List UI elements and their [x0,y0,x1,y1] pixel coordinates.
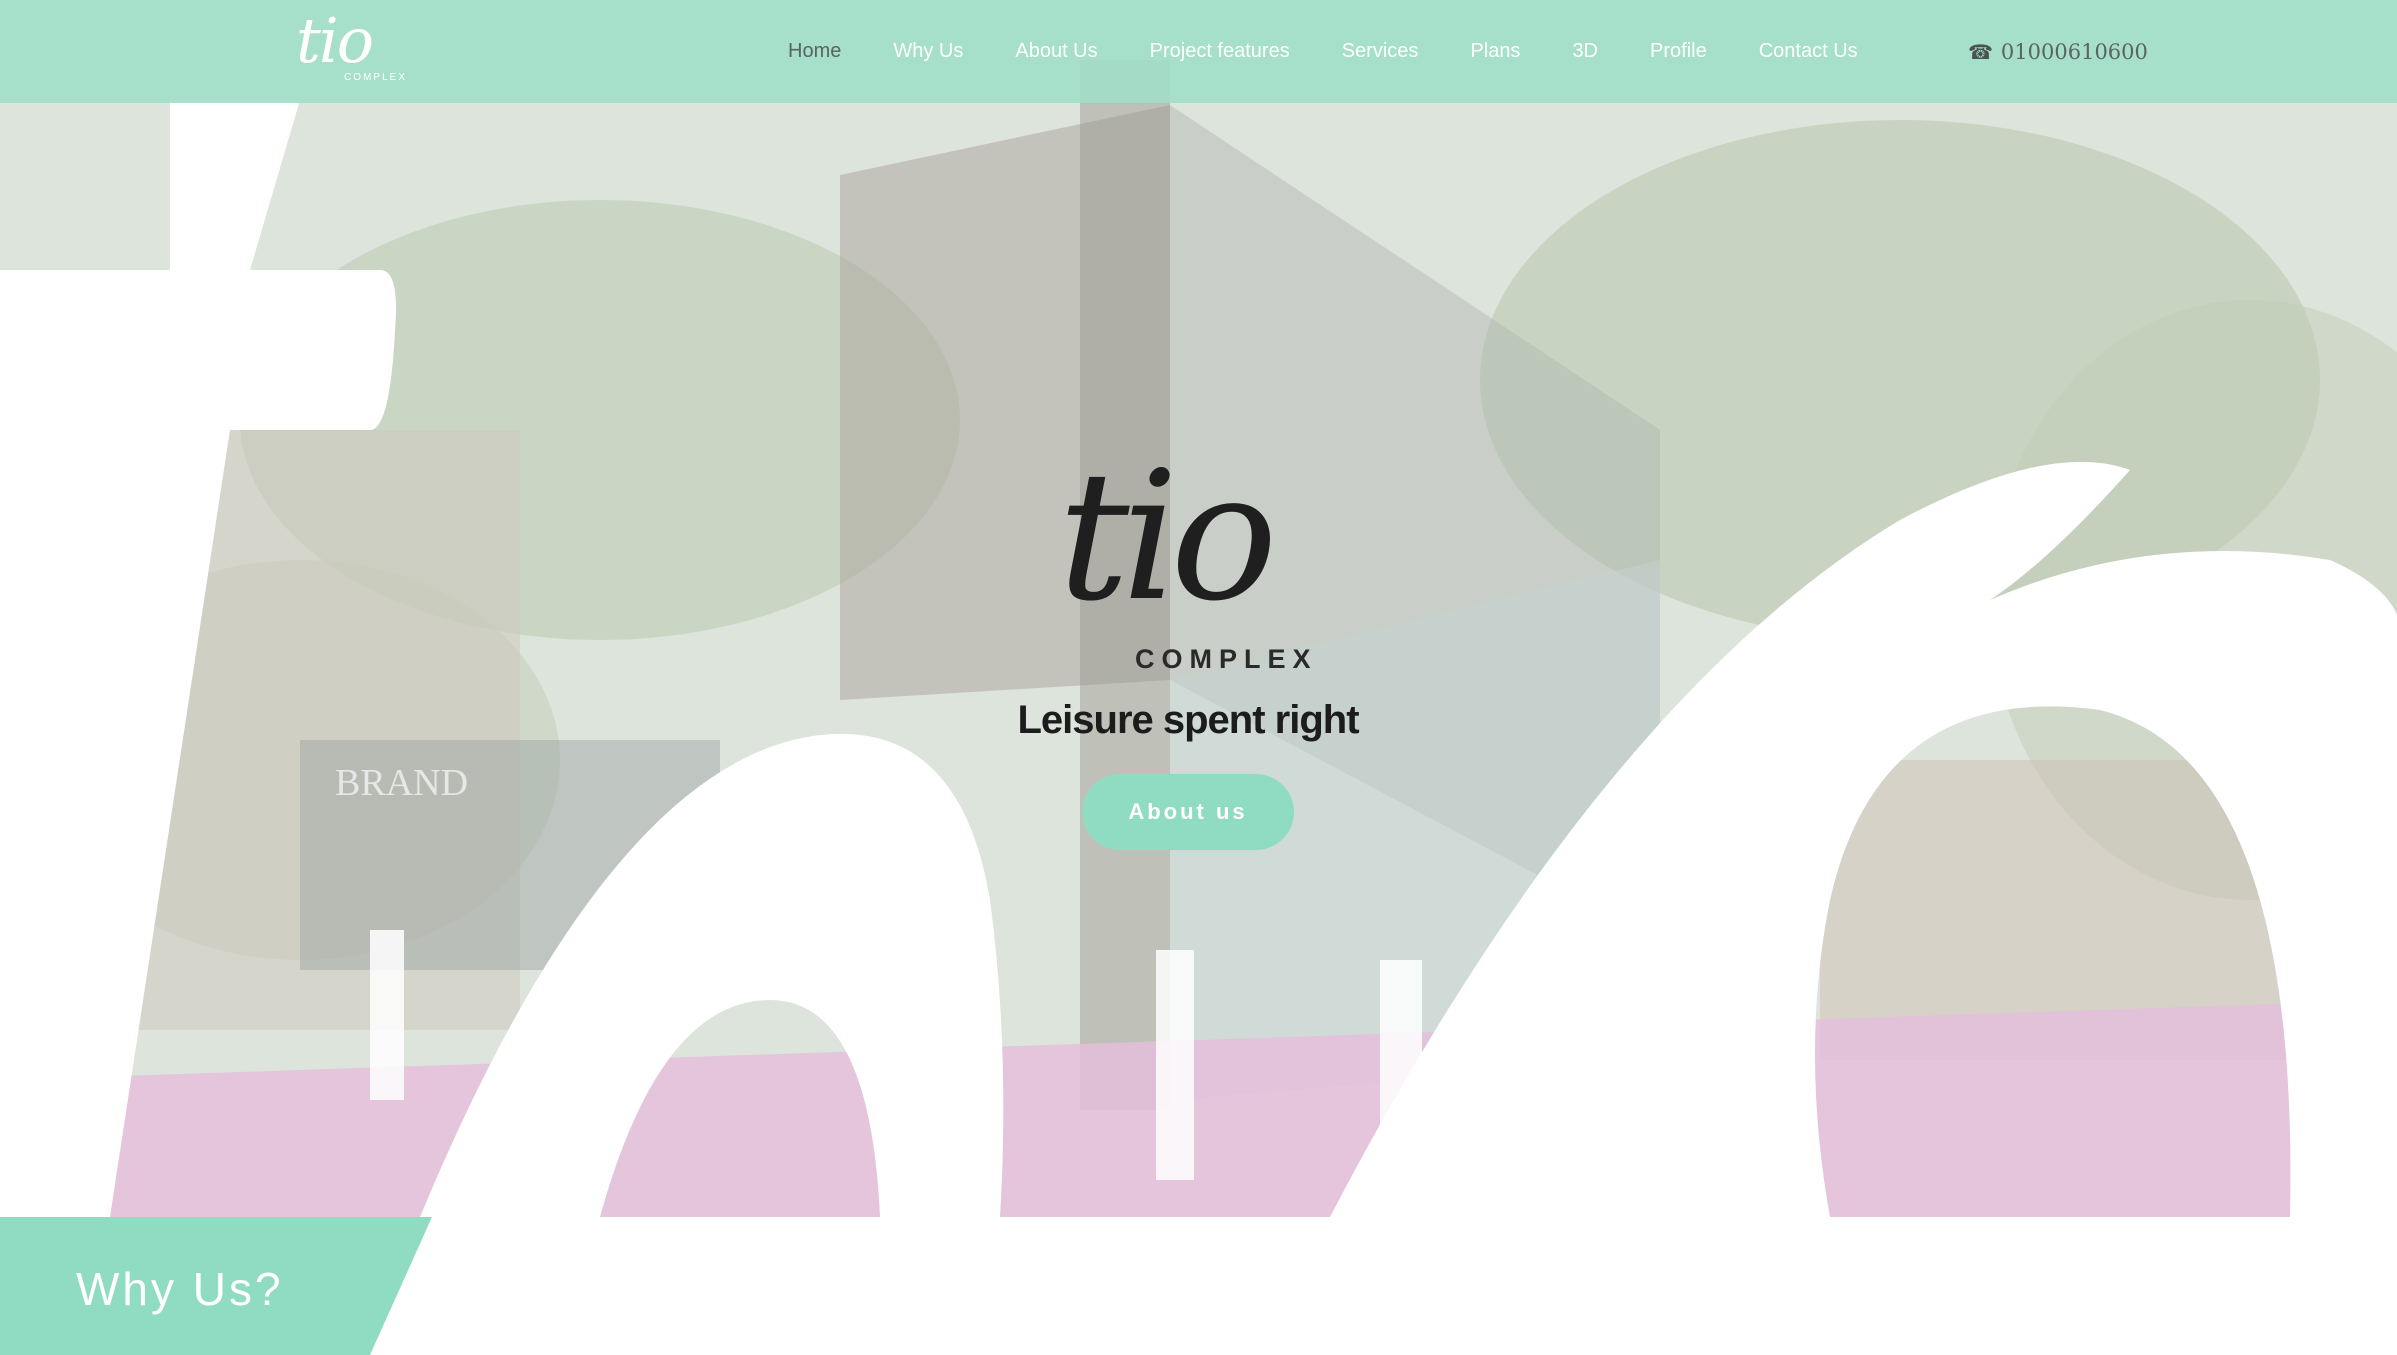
nav-item-3d[interactable]: 3D [1572,40,1598,63]
hero-logo-word: tio [1058,433,1278,640]
why-us-heading: Why Us? [76,1263,284,1315]
hero-logo: tio COMPLEX [1040,448,1360,678]
hero-tagline: Leisure spent right [1017,698,1359,742]
phone-number: 01000610600 [2000,39,2148,64]
brand-logo-sub: COMPLEX [344,72,407,83]
phone-link[interactable]: ☎ 01000610600 [1968,0,2148,103]
hero-logo-sub: COMPLEX [1135,644,1318,674]
nav-item-why-us[interactable]: Why Us [893,40,963,63]
nav-item-services[interactable]: Services [1342,40,1419,63]
nav-item-project-features[interactable]: Project features [1150,40,1290,63]
nav-item-about-us[interactable]: About Us [1015,40,1097,63]
nav-item-home[interactable]: Home [788,40,841,63]
brand-logo-word: tio [296,4,374,77]
about-us-button[interactable]: About us [1082,774,1294,850]
phone-icon: ☎ [1968,39,1993,64]
top-navbar: tio COMPLEX Home Why Us About Us Project… [0,0,2397,103]
nav-menu: Home Why Us About Us Project features Se… [788,0,1910,103]
nav-item-plans[interactable]: Plans [1470,40,1520,63]
nav-item-contact-us[interactable]: Contact Us [1759,40,1858,63]
nav-item-profile[interactable]: Profile [1650,40,1707,63]
brand-logo[interactable]: tio COMPLEX [292,4,405,90]
